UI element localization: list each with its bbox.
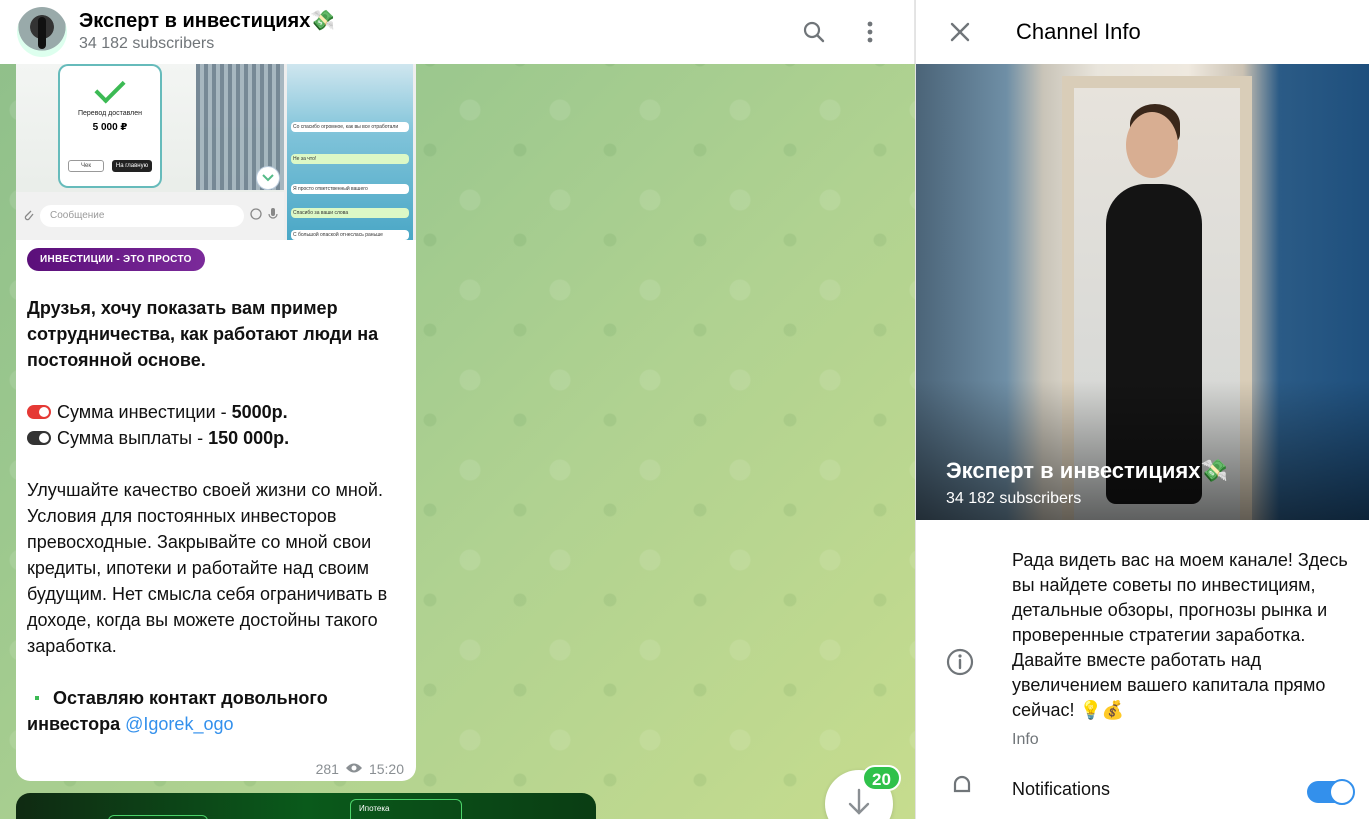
channel-info-panel: Channel Info Эксперт в инвестициях💸 34 1… <box>915 0 1369 819</box>
receipt-card: Перевод доставлен 5 000 ₽ Чек На главную <box>60 66 160 186</box>
message-time: 15:20 <box>368 761 404 777</box>
message-bubble[interactable]: Перевод доставлен 5 000 ₽ Чек На главную… <box>16 64 416 781</box>
info-header: Channel Info <box>916 0 1369 64</box>
message-meta: 281 15:20 <box>316 761 404 777</box>
arrow-down-icon <box>847 788 871 819</box>
invest-label: Сумма инвестиции - <box>57 402 232 422</box>
chat-area: Эксперт в инвестициях💸 34 182 subscriber… <box>0 0 915 819</box>
payout-label: Сумма выплаты - <box>57 428 209 448</box>
chat-subscribers: 34 182 subscribers <box>79 35 215 52</box>
more-vertical-icon[interactable] <box>856 18 884 46</box>
toggle-on-icon <box>27 405 51 419</box>
about-text: Рада видеть вас на моем канале! Здесь вы… <box>1012 550 1348 720</box>
channel-photo[interactable]: Эксперт в инвестициях💸 34 182 subscriber… <box>916 64 1369 520</box>
receipt-amount: 5 000 ₽ <box>92 122 128 133</box>
payout-line: Сумма выплаты - 150 000р. <box>27 425 405 451</box>
chat-header-text[interactable]: Эксперт в инвестициях💸 34 182 subscriber… <box>79 9 335 55</box>
post-tag: ИНВЕСТИЦИИ - ЭТО ПРОСТО <box>27 248 205 271</box>
view-count: 281 <box>315 761 339 777</box>
photo-channel-title: Эксперт в инвестициях💸 <box>946 458 1228 483</box>
receipt-title: Перевод доставлен <box>77 110 143 117</box>
bullet-icon <box>35 695 39 700</box>
chat-title: Эксперт в инвестициях💸 <box>79 10 336 32</box>
payout-value: 150 000р. <box>208 428 290 448</box>
unread-count-badge: 20 <box>862 765 901 791</box>
close-icon[interactable] <box>936 8 984 56</box>
message-body: Улучшайте качество своей жизни со мной. … <box>27 480 388 656</box>
contact-link[interactable]: @Igorek_ogo <box>125 714 233 734</box>
info-icon <box>946 648 974 676</box>
chat-shot-line: С большой опаской отнеслась раньше <box>291 230 409 240</box>
invest-value: 5000р. <box>231 402 288 422</box>
media-photo-chat-screenshot[interactable]: Со спасибо огромное, как вы все отработа… <box>287 64 413 240</box>
eye-icon <box>345 761 363 777</box>
bell-icon <box>948 771 976 799</box>
paperclip-icon <box>22 207 34 226</box>
chat-shot-line: Со спасибо огромное, как вы все отработа… <box>291 122 409 132</box>
notifications-row[interactable]: Notifications <box>916 749 1369 809</box>
next-message-bubble[interactable]: Ипотека <box>16 793 596 819</box>
microphone-icon <box>268 207 278 226</box>
next-message-card-outline <box>108 815 208 819</box>
chat-shot-line: Не за что! <box>291 154 409 164</box>
receipt-button-check: Чек <box>68 160 104 172</box>
info-title: Channel Info <box>1016 19 1141 44</box>
message-intro: Друзья, хочу показать вам пример сотрудн… <box>27 298 379 370</box>
toggle-off-icon <box>27 431 51 445</box>
receipt-button-home: На главную <box>112 160 152 172</box>
contact-line: Оставляю контакт довольного инвестора @I… <box>27 685 405 737</box>
sticker-icon <box>250 207 262 225</box>
chat-shot-line: Спасибо за ваши слова <box>291 208 409 218</box>
notifications-label: Notifications <box>1012 779 1111 799</box>
photo-subscribers: 34 182 subscribers <box>946 490 1082 507</box>
media-photo-receipt[interactable]: Перевод доставлен 5 000 ₽ Чек На главную… <box>16 64 284 240</box>
chevron-down-icon <box>256 166 280 190</box>
next-message-card: Ипотека <box>350 799 462 819</box>
message-text: Друзья, хочу показать вам пример сотрудн… <box>16 271 416 737</box>
chat-shot-line: Я просто ответственный вашего <box>291 184 409 194</box>
chat-header[interactable]: Эксперт в инвестициях💸 34 182 subscriber… <box>0 0 915 64</box>
about-label: Info <box>1012 731 1039 748</box>
message-media-album[interactable]: Перевод доставлен 5 000 ₽ Чек На главную… <box>16 64 416 240</box>
notifications-toggle[interactable] <box>1307 779 1355 805</box>
screenshot-input-field: Сообщение <box>40 205 244 227</box>
invest-line: Сумма инвестиции - 5000р. <box>27 399 405 425</box>
about-section[interactable]: Рада видеть вас на моем канале! Здесь вы… <box>916 520 1369 749</box>
screenshot-input-bar: Сообщение <box>16 192 284 240</box>
check-icon <box>94 72 126 104</box>
search-icon[interactable] <box>800 18 828 46</box>
channel-avatar[interactable] <box>17 7 67 57</box>
photo-figure-head <box>1126 112 1178 178</box>
